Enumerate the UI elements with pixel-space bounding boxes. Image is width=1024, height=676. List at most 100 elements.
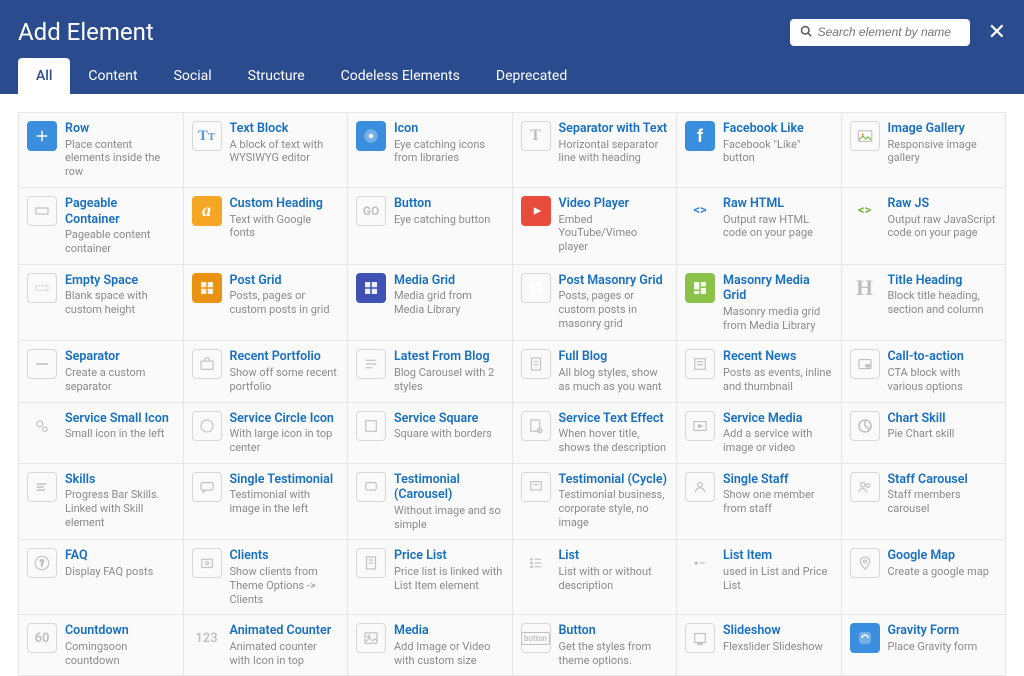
element-title: Clients: [230, 548, 340, 564]
news-icon: [685, 349, 715, 379]
masonry-icon: [521, 273, 551, 303]
element-pageable-container[interactable]: Pageable ContainerPageable content conta…: [19, 188, 183, 264]
element-testimonial-carousel-[interactable]: Testimonial (Carousel)Without image and …: [348, 464, 512, 540]
element-text: Gravity FormPlace Gravity form: [888, 623, 998, 653]
element-text: Service SquareSquare with borders: [394, 411, 504, 441]
search-wrap: ✕: [790, 19, 1006, 46]
element-desc: Eye catching icons from libraries: [394, 138, 504, 166]
element-media-grid[interactable]: Media GridMedia grid from Media Library: [348, 265, 512, 341]
element-animated-counter[interactable]: 123Animated CounterAnimated counter with…: [184, 615, 348, 675]
tab-deprecated[interactable]: Deprecated: [478, 58, 585, 94]
element-text-block[interactable]: TTText BlockA block of text with WYSIWYG…: [184, 113, 348, 187]
element-separator[interactable]: SeparatorCreate a custom separator: [19, 341, 183, 401]
element-icon[interactable]: IconEye catching icons from libraries: [348, 113, 512, 187]
element-title: Call-to-action: [888, 349, 998, 365]
header-top: Add Element ✕: [18, 0, 1006, 58]
element-text: CountdownComingsoon countdown: [65, 623, 175, 667]
element-latest-from-blog[interactable]: Latest From BlogBlog Carousel with 2 sty…: [348, 341, 512, 401]
element-recent-news[interactable]: Recent NewsPosts as events, inline and t…: [677, 341, 841, 401]
element-price-list[interactable]: Price ListPrice list is linked with List…: [348, 540, 512, 614]
element-desc: Price list is linked with List Item elem…: [394, 565, 504, 593]
element-skills[interactable]: SkillsProgress Bar Skills. Linked with S…: [19, 464, 183, 540]
element-recent-portfolio[interactable]: Recent PortfolioShow off some recent por…: [184, 341, 348, 401]
element-text: Title HeadingBlock title heading, sectio…: [888, 273, 998, 317]
element-text: Single TestimonialTestimonial with image…: [230, 472, 340, 516]
element-title: Separator with Text: [559, 121, 669, 137]
element-media[interactable]: MediaAdd Image or Video with custom size: [348, 615, 512, 675]
search-box[interactable]: [790, 19, 970, 46]
element-service-circle-icon[interactable]: Service Circle IconWith large icon in to…: [184, 403, 348, 463]
element-list-item[interactable]: List Itemused in List and Price List: [677, 540, 841, 614]
element-google-map[interactable]: Google MapCreate a google map: [842, 540, 1006, 614]
tab-content[interactable]: Content: [70, 58, 155, 94]
listitem-icon: [685, 548, 715, 578]
element-post-masonry-grid[interactable]: Post Masonry GridPosts, pages or custom …: [513, 265, 677, 341]
element-title: Button: [394, 196, 504, 212]
element-empty-space[interactable]: Empty SpaceBlank space with custom heigh…: [19, 265, 183, 341]
sep-icon: [27, 349, 57, 379]
element-desc: Testimonial business, corporate style, n…: [559, 488, 669, 529]
briefcase-icon: [192, 349, 222, 379]
tabs: AllContentSocialStructureCodeless Elemen…: [18, 58, 1006, 94]
element-row[interactable]: RowPlace content elements inside the row: [19, 113, 183, 187]
element-title: Raw JS: [888, 196, 998, 212]
element-text: Testimonial (Cycle)Testimonial business,…: [559, 472, 669, 530]
element-masonry-media-grid[interactable]: Masonry Media GridMasonry media grid fro…: [677, 265, 841, 341]
element-call-to-action[interactable]: Call-to-actionCTA block with various opt…: [842, 341, 1006, 401]
element-text: ListList with or without description: [559, 548, 669, 592]
element-text: Single StaffShow one member from staff: [723, 472, 833, 516]
element-testimonial-cycle-[interactable]: Testimonial (Cycle)Testimonial business,…: [513, 464, 677, 540]
tab-all[interactable]: All: [18, 58, 70, 94]
element-text: Staff CarouselStaff members carousel: [888, 472, 998, 516]
element-separator-with-text[interactable]: TSeparator with TextHorizontal separator…: [513, 113, 677, 187]
element-service-small-icon[interactable]: Service Small IconSmall icon in the left: [19, 403, 183, 463]
element-desc: used in List and Price List: [723, 565, 833, 593]
close-icon[interactable]: ✕: [988, 20, 1006, 45]
element-full-blog[interactable]: Full BlogAll blog styles, show as much a…: [513, 341, 677, 401]
element-title: Row: [65, 121, 175, 137]
element-button[interactable]: GOButtonEye catching button: [348, 188, 512, 264]
element-raw-js[interactable]: <>Raw JSOutput raw JavaScript code on yo…: [842, 188, 1006, 264]
element-faq[interactable]: ?FAQDisplay FAQ posts: [19, 540, 183, 614]
element-facebook-like[interactable]: fFacebook LikeFacebook "Like" button: [677, 113, 841, 187]
element-single-testimonial[interactable]: Single TestimonialTestimonial with image…: [184, 464, 348, 540]
element-service-square[interactable]: Service SquareSquare with borders: [348, 403, 512, 463]
element-custom-heading[interactable]: aCustom HeadingText with Google fonts: [184, 188, 348, 264]
element-clients[interactable]: ClientsShow clients from Theme Options -…: [184, 540, 348, 614]
grid-icon: [356, 273, 386, 303]
element-title: Skills: [65, 472, 175, 488]
element-text: Animated CounterAnimated counter with Ic…: [230, 623, 340, 667]
element-desc: Small icon in the left: [65, 427, 175, 441]
element-staff-carousel[interactable]: Staff CarouselStaff members carousel: [842, 464, 1006, 540]
element-service-media[interactable]: Service MediaAdd a service with image or…: [677, 403, 841, 463]
element-title: Service Square: [394, 411, 504, 427]
search-icon: [800, 25, 812, 40]
element-single-staff[interactable]: Single StaffShow one member from staff: [677, 464, 841, 540]
element-title-heading[interactable]: HTitle HeadingBlock title heading, secti…: [842, 265, 1006, 341]
circle-icon: [192, 411, 222, 441]
tab-structure[interactable]: Structure: [230, 58, 323, 94]
element-raw-html[interactable]: <>Raw HTMLOutput raw HTML code on your p…: [677, 188, 841, 264]
element-title: FAQ: [65, 548, 175, 564]
element-service-text-effect[interactable]: Service Text EffectWhen hover title, sho…: [513, 403, 677, 463]
element-text: Post GridPosts, pages or custom posts in…: [230, 273, 340, 317]
element-image-gallery[interactable]: Image GalleryResponsive image gallery: [842, 113, 1006, 187]
tab-codeless-elements[interactable]: Codeless Elements: [323, 58, 478, 94]
element-button[interactable]: buttonButtonGet the styles from theme op…: [513, 615, 677, 675]
element-desc: Horizontal separator line with heading: [559, 138, 669, 166]
tab-social[interactable]: Social: [156, 58, 230, 94]
element-text: Media GridMedia grid from Media Library: [394, 273, 504, 317]
doc-icon: [521, 349, 551, 379]
element-slideshow[interactable]: SlideshowFlexslider Slideshow: [677, 615, 841, 675]
element-list[interactable]: ListList with or without description: [513, 540, 677, 614]
element-video-player[interactable]: Video PlayerEmbed YouTube/Vimeo player: [513, 188, 677, 264]
element-countdown[interactable]: 60CountdownComingsoon countdown: [19, 615, 183, 675]
element-text: Chart SkillPie Chart skill: [888, 411, 998, 441]
element-post-grid[interactable]: Post GridPosts, pages or custom posts in…: [184, 265, 348, 341]
element-chart-skill[interactable]: Chart SkillPie Chart skill: [842, 403, 1006, 463]
sparkle-icon: [356, 121, 386, 151]
element-text: Pageable ContainerPageable content conta…: [65, 196, 175, 256]
element-gravity-form[interactable]: Gravity FormPlace Gravity form: [842, 615, 1006, 675]
search-input[interactable]: [812, 25, 960, 39]
element-desc: Pie Chart skill: [888, 427, 998, 441]
